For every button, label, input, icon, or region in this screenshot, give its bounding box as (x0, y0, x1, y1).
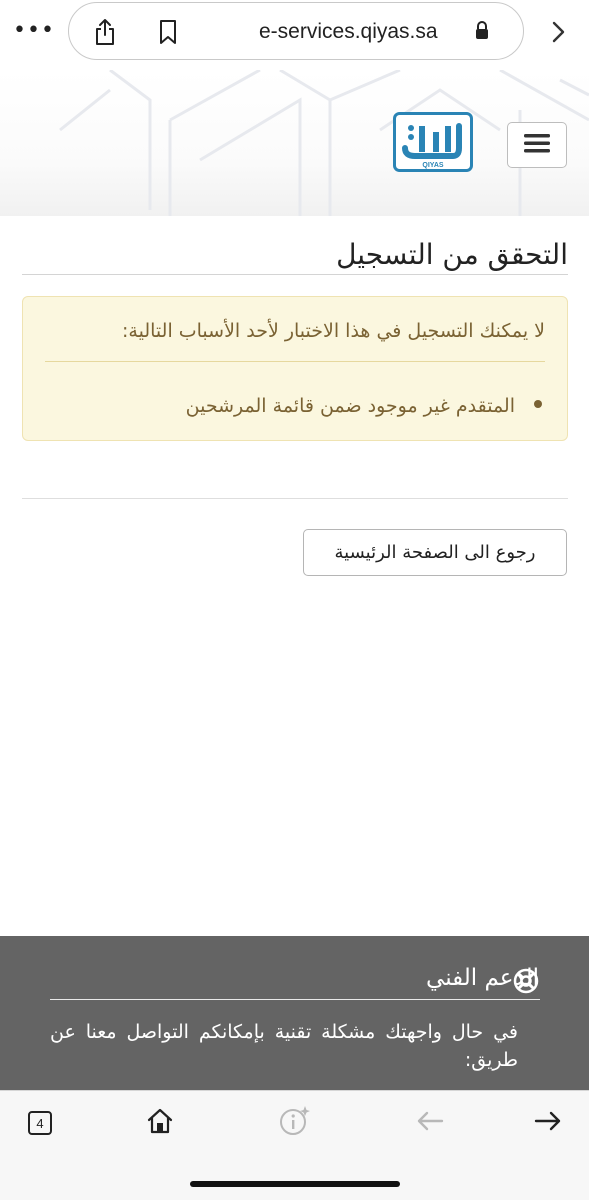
section-divider (22, 498, 568, 499)
arrow-right-icon (534, 1110, 562, 1136)
alert-reason-item: المتقدم غير موجود ضمن قائمة المرشحين (185, 395, 515, 417)
lifebuoy-icon (513, 968, 539, 994)
page-title: التحقق من التسجيل (336, 238, 568, 271)
qiyas-logo[interactable]: QIYAS (393, 112, 473, 172)
bullet-icon (534, 400, 542, 408)
tab-count-badge: 4 (28, 1111, 52, 1135)
page-info-button[interactable] (273, 1103, 317, 1143)
header-pattern (59, 70, 589, 216)
info-sparkle-icon (278, 1104, 312, 1142)
home-indicator (190, 1181, 400, 1187)
address-bar[interactable]: e-services.qiyas.sa (68, 2, 524, 60)
tabs-button[interactable]: 4 (18, 1103, 62, 1143)
lock-icon (474, 20, 490, 44)
alert-divider (45, 361, 545, 362)
more-options-button[interactable]: ••• (13, 18, 54, 43)
title-divider (22, 274, 568, 275)
bookmark-icon[interactable] (154, 18, 182, 46)
alert-heading: لا يمكنك التسجيل في هذا الاختبار لأحد ال… (122, 320, 545, 342)
forward-button[interactable] (526, 1103, 570, 1143)
share-icon[interactable] (91, 18, 119, 46)
chevron-right-icon[interactable] (544, 18, 572, 46)
back-button[interactable] (408, 1103, 452, 1143)
arrow-left-icon (416, 1110, 444, 1136)
home-button[interactable] (138, 1103, 182, 1143)
url-text: e-services.qiyas.sa (259, 20, 438, 43)
logo-wordmark: QIYAS (422, 162, 443, 169)
support-divider (50, 999, 540, 1000)
support-text: في حال واجهتك مشكلة تقنية بإمكانكم التوا… (50, 1021, 518, 1071)
hamburger-menu-button[interactable] (507, 122, 567, 168)
home-icon (146, 1108, 174, 1138)
back-to-home-button[interactable]: رجوع الى الصفحة الرئيسية (303, 529, 567, 576)
warning-alert: لا يمكنك التسجيل في هذا الاختبار لأحد ال… (22, 296, 568, 441)
browser-top-bar: ••• e-services.qiyas.sa (0, 0, 589, 70)
hamburger-icon (524, 133, 550, 157)
site-header: QIYAS (0, 70, 589, 216)
